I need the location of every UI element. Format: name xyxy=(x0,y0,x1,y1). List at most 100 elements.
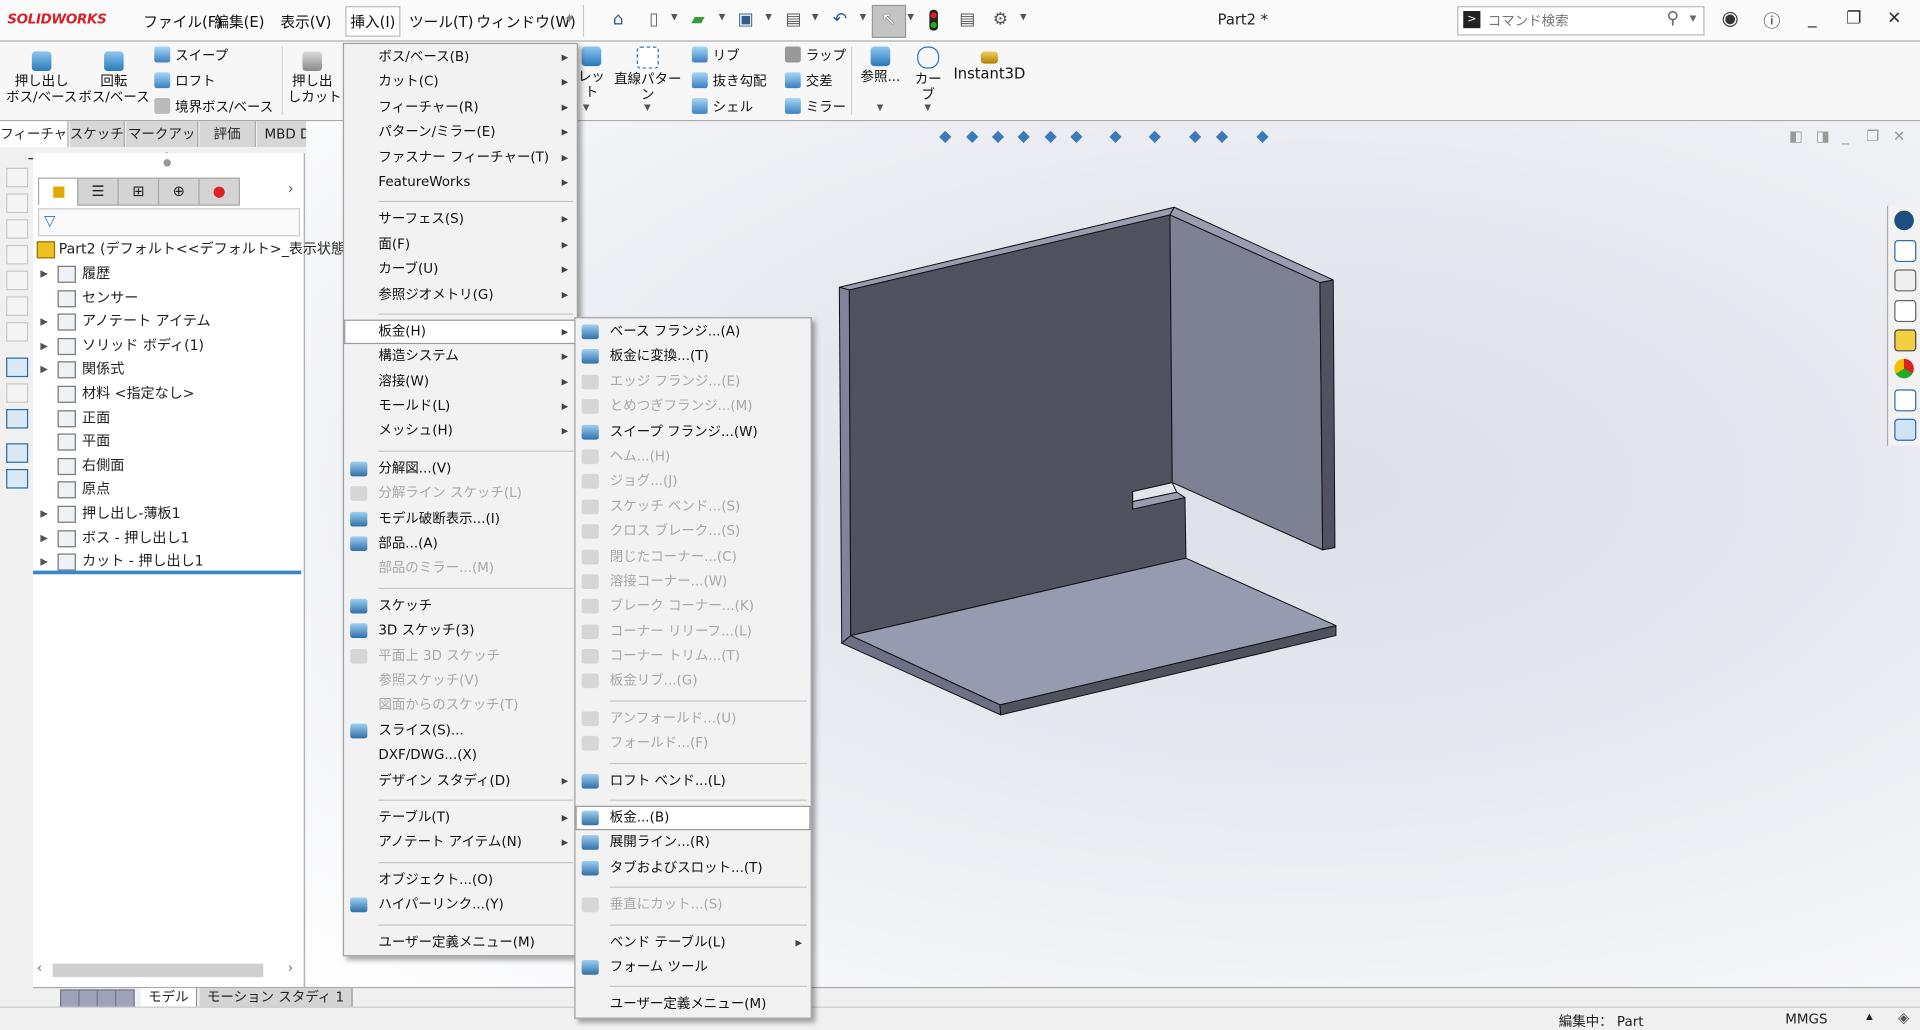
custom-properties-icon[interactable] xyxy=(1894,389,1917,412)
edit-appearance-icon[interactable]: ◆ xyxy=(1187,128,1204,146)
insert-menu-item[interactable]: カット(C) ▶ xyxy=(344,70,577,95)
expand-arrow-icon[interactable]: ▶ xyxy=(40,358,48,381)
insert-menu-item[interactable]: 部品...(A) xyxy=(344,531,577,556)
scroll-left-icon[interactable]: ‹ xyxy=(37,960,42,976)
solidworks-resources-icon[interactable] xyxy=(1894,210,1914,231)
tab-model[interactable]: モデル xyxy=(140,988,198,1007)
insert-menu-item[interactable]: ボス/ベース(B) ▶ xyxy=(344,45,577,70)
sheet-metal-menu-item[interactable]: ブレーク コーナー...(K) xyxy=(576,594,811,619)
section-view-icon[interactable]: ◆ xyxy=(1015,128,1032,146)
insert-menu-item[interactable]: サーフェス(S) ▶ xyxy=(344,207,577,232)
next-tab-button[interactable] xyxy=(96,989,117,1008)
unit-system[interactable]: MMGS xyxy=(1785,1011,1827,1027)
tab-property-manager[interactable]: ☰ xyxy=(77,177,119,206)
forum-icon[interactable] xyxy=(1894,418,1917,441)
tab-feature-tree[interactable]: ■ xyxy=(37,177,80,206)
paste-icon[interactable] xyxy=(6,468,29,489)
insert-menu-item[interactable]: FeatureWorks ▶ xyxy=(344,170,577,195)
insert-menu-item[interactable]: モールド(L) ▶ xyxy=(344,394,577,419)
view-orientation-icon[interactable] xyxy=(6,219,29,239)
insert-menu-item[interactable]: オブジェクト...(O) xyxy=(344,868,577,893)
insert-menu-item[interactable]: モデル破断表示...(I) xyxy=(344,506,577,531)
insert-menu-item[interactable]: メッシュ(H) ▶ xyxy=(344,419,577,444)
insert-menu-item[interactable]: 参照ジオメトリ(G) ▶ xyxy=(344,282,577,307)
view-orientation-icon[interactable] xyxy=(6,167,29,188)
tab-dimxpert-manager[interactable]: ⊕ xyxy=(157,177,200,206)
tree-filter[interactable]: ▽ xyxy=(37,208,301,237)
insert-menu-item[interactable]: 平面上 3D スケッチ xyxy=(344,644,577,669)
insert-menu-item[interactable]: パターン/ミラー(E) ▶ xyxy=(344,120,577,145)
repair-icon[interactable] xyxy=(6,383,29,403)
view-orientation-icon[interactable] xyxy=(6,193,29,214)
sheet-metal-menu-item[interactable]: コーナー トリム...(T) xyxy=(576,644,811,669)
last-tab-button[interactable] xyxy=(115,989,135,1008)
file-explorer-icon[interactable] xyxy=(1894,300,1917,323)
expand-arrow-icon[interactable]: ▶ xyxy=(40,526,48,549)
insert-menu-item[interactable]: ハイパーリンク...(Y) xyxy=(344,893,577,918)
copy-icon[interactable] xyxy=(6,443,29,463)
chevron-right-icon[interactable]: › xyxy=(288,180,294,197)
home-icon[interactable] xyxy=(1894,240,1917,263)
sheet-metal-menu-item[interactable]: ベンド テーブル(L) ▶ xyxy=(576,930,811,955)
hide-show-items-icon[interactable]: ◆ xyxy=(1146,128,1163,146)
insert-menu-item[interactable]: 3D スケッチ(3) xyxy=(344,619,577,644)
viewport-close-icon[interactable]: ✕ xyxy=(1893,127,1905,144)
sheet-metal-menu-item[interactable]: コーナー リリーフ...(L) xyxy=(576,619,811,644)
display-style-icon[interactable]: ◆ xyxy=(1107,128,1124,146)
insert-menu-item[interactable]: アノテート アイテム(N) ▶ xyxy=(344,831,577,856)
insert-menu-item[interactable]: カーブ(U) ▶ xyxy=(344,257,577,282)
viewport-restore-icon[interactable]: ❐ xyxy=(1866,127,1879,144)
sheet-metal-menu-item[interactable]: 溶接コーナー...(W) xyxy=(576,569,811,594)
splitter-handle[interactable]: ● xyxy=(163,157,172,168)
appearances-icon[interactable] xyxy=(1894,358,1914,379)
sheet-metal-menu-item[interactable]: フォールド...(F) xyxy=(576,731,811,756)
expand-arrow-icon[interactable]: ▶ xyxy=(40,262,48,285)
insert-menu-item[interactable]: 面(F) ▶ xyxy=(344,232,577,257)
scroll-right-icon[interactable]: › xyxy=(288,960,293,976)
sheet-metal-menu-item[interactable]: タブおよびスロット...(T) xyxy=(576,856,811,881)
insert-menu-item[interactable]: ファスナー フィーチャー(T) ▶ xyxy=(344,145,577,170)
previous-view-icon[interactable]: ◧ xyxy=(1789,127,1803,144)
insert-menu-item[interactable]: フィーチャー(R) ▶ xyxy=(344,95,577,120)
view-palette-icon[interactable] xyxy=(1894,329,1917,352)
design-library-icon[interactable] xyxy=(1894,269,1917,292)
sheet-metal-menu-item[interactable]: ヘム...(H) xyxy=(576,444,811,469)
expand-arrow-icon[interactable]: ▶ xyxy=(40,502,48,525)
sheet-metal-menu-item[interactable]: クロス ブレーク...(S) xyxy=(576,519,811,544)
sheet-metal-menu-item[interactable]: スケッチ ベンド...(S) xyxy=(576,494,811,519)
sheet-metal-menu-item[interactable]: 板金...(B) xyxy=(575,805,811,831)
insert-menu-item[interactable]: テーブル(T) ▶ xyxy=(344,806,577,831)
insert-menu-item[interactable]: スライス(S)... xyxy=(344,718,577,743)
view-orientation-icon[interactable] xyxy=(6,244,29,265)
zoom-to-fit-icon[interactable]: ◆ xyxy=(937,128,954,146)
insert-menu-item[interactable]: 構造システム ▶ xyxy=(344,344,577,369)
sheet-metal-menu-item[interactable]: とめつぎフランジ...(M) xyxy=(576,394,811,419)
sheet-metal-menu-item[interactable]: 垂直にカット...(S) xyxy=(576,893,811,918)
sheet-metal-menu-item[interactable]: エッジ フランジ...(E) xyxy=(576,370,811,395)
insert-menu-item[interactable]: 分解ライン スケッチ(L) xyxy=(344,482,577,507)
dynamic-annotation-icon[interactable]: ◆ xyxy=(1042,128,1059,146)
sketch-select-icon[interactable] xyxy=(6,357,29,378)
display-icon[interactable] xyxy=(6,408,29,429)
apply-scene-icon[interactable]: ◆ xyxy=(1213,128,1230,146)
expand-arrow-icon[interactable]: ▶ xyxy=(40,310,48,333)
view-orientation-icon[interactable] xyxy=(6,270,29,291)
view-orientation-icon[interactable] xyxy=(6,322,29,342)
insert-menu-item[interactable]: ユーザー定義メニュー(M) xyxy=(344,930,577,955)
view-orientation-icon[interactable] xyxy=(6,296,29,316)
tab-display-manager[interactable]: ● xyxy=(198,177,241,206)
chevron-up-icon[interactable]: ▲ xyxy=(1866,1011,1873,1021)
sheet-metal-menu-item[interactable]: 展開ライン...(R) xyxy=(576,831,811,856)
sheet-metal-menu-item[interactable]: ベース フランジ...(A) xyxy=(576,320,811,345)
sheet-metal-menu-item[interactable]: 閉じたコーナー...(C) xyxy=(576,544,811,569)
zoom-to-area-icon[interactable]: ◆ xyxy=(964,128,981,146)
sheet-metal-menu-item[interactable]: フォーム ツール xyxy=(576,955,811,980)
next-view-icon[interactable]: ◨ xyxy=(1816,127,1830,144)
view-orientation-icon[interactable]: ◆ xyxy=(1068,128,1085,146)
sheet-metal-menu-item[interactable]: ユーザー定義メニュー(M) xyxy=(576,992,811,1017)
insert-menu-item[interactable]: 板金(H) ▶ xyxy=(344,319,577,345)
insert-menu-item[interactable]: 分解図...(V) xyxy=(344,457,577,482)
sheet-metal-menu-item[interactable]: アンフォールド...(U) xyxy=(576,706,811,731)
scrollbar-thumb[interactable] xyxy=(52,963,264,978)
insert-menu-item[interactable]: 図面からのスケッチ(T) xyxy=(344,694,577,719)
